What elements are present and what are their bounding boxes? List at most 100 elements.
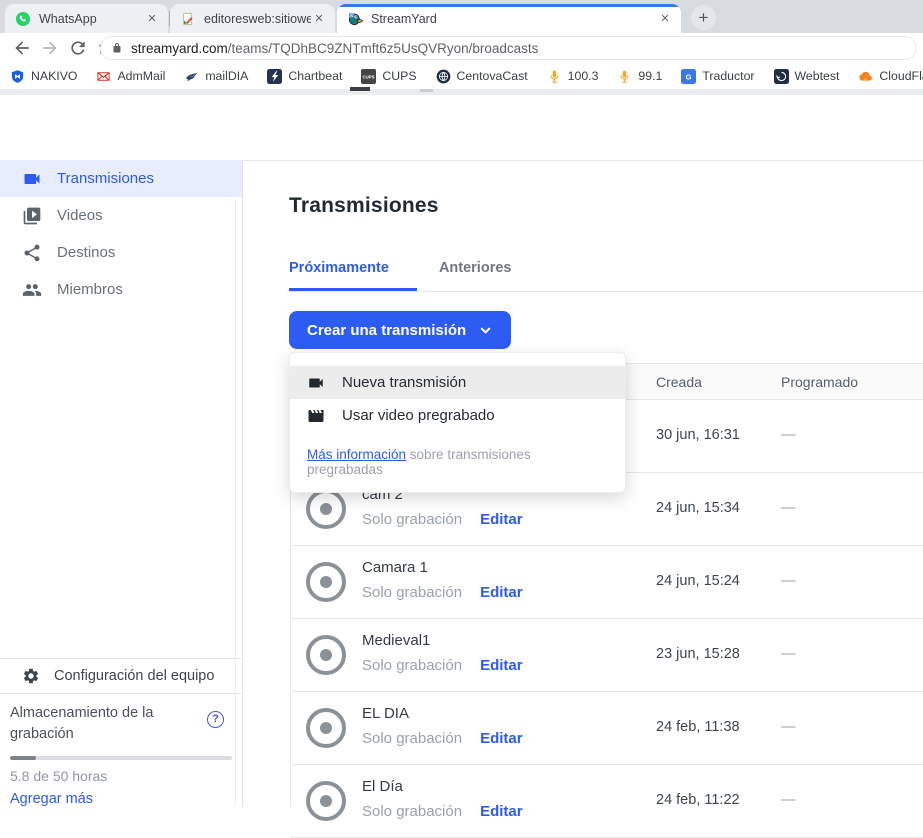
table-row[interactable]: EL DIASolo grabaciónEditar24 feb, 11:38—	[291, 692, 923, 765]
column-header-scheduled: Programado	[781, 364, 858, 400]
nakivo-icon	[10, 69, 25, 84]
broadcast-type: Solo grabación	[362, 584, 462, 601]
band-dash	[350, 87, 370, 91]
tab-próximamente[interactable]: Próximamente	[289, 260, 417, 291]
dropdown-item[interactable]: Usar video pregrabado	[290, 399, 625, 432]
add-more-link[interactable]: Agregar más	[10, 791, 229, 807]
edit-link[interactable]: Editar	[480, 511, 523, 528]
tabs-border	[289, 291, 923, 292]
scheduled-cell: —	[781, 500, 796, 516]
bookmark-item[interactable]: CUPS CUPS	[361, 69, 416, 84]
storage-title: Almacenamiento de la grabación	[10, 703, 178, 745]
browser-tab[interactable]: SStreamYard✕	[337, 4, 681, 33]
storage-progress-fill	[10, 756, 36, 760]
sidebar-item-destinos[interactable]: Destinos	[0, 234, 242, 271]
broadcast-meta: Solo grabaciónEditar	[362, 657, 523, 674]
browser-tab[interactable]: editoresweb:sitioweb:eldia.co✕	[170, 4, 335, 33]
video-library-icon	[22, 206, 42, 226]
editor-page-icon	[180, 11, 196, 27]
bookmark-item[interactable]: Webtest	[774, 69, 840, 84]
chevron-down-icon	[478, 323, 493, 338]
sidebar-item-miembros[interactable]: Miembros	[0, 271, 242, 308]
sidebar-item-label: Transmisiones	[57, 170, 154, 187]
bookmark-item[interactable]: 99.1	[617, 69, 662, 84]
bookmark-item[interactable]: CentovaCast	[436, 69, 528, 84]
app-header: S StreamYard	[0, 95, 923, 160]
bookmark-label: NAKIVO	[31, 69, 77, 83]
browser-window: WhatsApp✕editoresweb:sitioweb:eldia.co✕S…	[0, 0, 923, 806]
create-broadcast-label: Crear una transmisión	[307, 322, 466, 339]
record-icon	[306, 635, 346, 675]
chartbeat-icon	[267, 69, 282, 84]
people-icon	[22, 280, 42, 300]
cloudflare-icon	[858, 69, 873, 84]
back-icon[interactable]	[12, 38, 32, 58]
dropdown-item-label: Nueva transmisión	[342, 374, 466, 391]
whatsapp-icon	[15, 11, 31, 27]
close-icon[interactable]: ✕	[657, 11, 673, 27]
record-icon	[306, 562, 346, 602]
bookmark-item[interactable]: 100.3	[547, 69, 599, 84]
sidebar-item-transmisiones[interactable]: Transmisiones	[0, 160, 242, 197]
sidebar-item-videos[interactable]: Videos	[0, 197, 242, 234]
bookmark-item[interactable]: NAKIVO	[10, 69, 77, 84]
record-icon	[306, 489, 346, 529]
create-broadcast-button[interactable]: Crear una transmisión	[289, 311, 511, 349]
svg-text:G: G	[686, 72, 692, 81]
videocam-icon	[307, 374, 325, 392]
column-header-created: Creada	[656, 364, 702, 400]
clapper-icon	[307, 407, 325, 425]
edit-link[interactable]: Editar	[480, 584, 523, 601]
table-row[interactable]: Medieval1Solo grabaciónEditar23 jun, 15:…	[291, 619, 923, 692]
record-icon	[306, 708, 346, 748]
created-cell: 24 jun, 15:34	[656, 500, 740, 516]
new-tab-button[interactable]: +	[691, 5, 716, 30]
mic-icon	[547, 69, 562, 84]
bookmark-item[interactable]: AdmMail	[96, 69, 165, 84]
edit-link[interactable]: Editar	[480, 730, 523, 747]
bookmark-item[interactable]: G Traductor	[681, 69, 754, 84]
translate-icon: G	[681, 69, 696, 84]
url-field[interactable]: streamyard.com/teams/TQDhBC9ZNTmft6z5UsQ…	[100, 36, 917, 60]
broadcast-type: Solo grabación	[362, 511, 462, 528]
url-text: streamyard.com/teams/TQDhBC9ZNTmft6z5UsQ…	[131, 41, 538, 56]
table-row[interactable]: El DíaSolo grabaciónEditar24 feb, 11:22—	[291, 765, 923, 838]
broadcast-title: El Día	[362, 778, 403, 795]
bookmark-item[interactable]: mailDIA	[184, 69, 248, 84]
mic-icon	[617, 69, 632, 84]
bookmark-item[interactable]: CloudFlare	[858, 69, 923, 84]
bookmark-item[interactable]: Chartbeat	[267, 69, 342, 84]
bookmark-label: Traductor	[702, 69, 754, 83]
tab-title: editoresweb:sitioweb:eldia.co	[204, 12, 311, 26]
section-tabs: Próximamente Anteriores	[289, 260, 511, 291]
webtest-icon	[774, 69, 789, 84]
cups-icon: CUPS	[361, 69, 376, 84]
dropdown-item-label: Usar video pregrabado	[342, 407, 495, 424]
forward-icon[interactable]	[40, 38, 60, 58]
tab-anteriores[interactable]: Anteriores	[439, 260, 512, 291]
learn-more-link[interactable]: Más información	[307, 447, 406, 462]
help-icon[interactable]: ?	[207, 711, 224, 728]
browser-tab[interactable]: WhatsApp✕	[5, 4, 168, 33]
created-cell: 24 feb, 11:38	[656, 719, 740, 735]
sidebar: Transmisiones Videos DestinosMiembros Conf…	[0, 160, 243, 806]
bookmark-label: 99.1	[638, 69, 662, 83]
svg-text:CUPS: CUPS	[363, 74, 375, 79]
storage-panel: Almacenamiento de la grabación ? 5.8 de …	[0, 693, 241, 806]
bookmark-label: CUPS	[382, 69, 416, 83]
team-settings-button[interactable]: Configuración del equipo	[0, 658, 241, 693]
sidebar-item-label: Videos	[57, 207, 103, 224]
close-icon[interactable]: ✕	[311, 11, 327, 27]
reload-icon[interactable]	[68, 38, 88, 58]
dropdown-item[interactable]: Nueva transmisión	[290, 366, 625, 399]
bookmark-label: 100.3	[568, 69, 599, 83]
edit-link[interactable]: Editar	[480, 657, 523, 674]
broadcast-title: Camara 1	[362, 559, 428, 576]
broadcast-title: EL DIA	[362, 705, 409, 722]
tab-divider	[169, 11, 170, 26]
created-cell: 23 jun, 15:28	[656, 646, 740, 662]
close-icon[interactable]: ✕	[144, 11, 160, 27]
table-row[interactable]: Camara 1Solo grabaciónEditar24 jun, 15:2…	[291, 546, 923, 619]
dropdown-footer: Más información sobre transmisiones preg…	[290, 432, 625, 492]
band-dash	[420, 89, 433, 92]
